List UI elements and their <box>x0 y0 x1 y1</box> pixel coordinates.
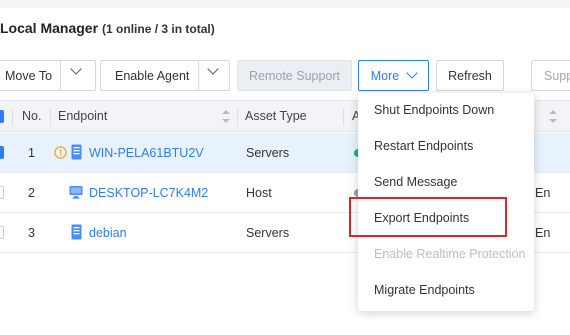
remote-support-label: Remote Support <box>248 68 341 83</box>
server-icon <box>71 144 82 160</box>
move-to-label: Move To <box>5 68 53 83</box>
more-dropdown-menu: Shut Endpoints Down Restart Endpoints Se… <box>358 93 534 311</box>
column-header-endpoint[interactable]: Endpoint <box>58 109 107 123</box>
sort-icon[interactable] <box>549 110 557 123</box>
enable-agent-button[interactable]: Enable Agent <box>100 60 230 91</box>
asset-type: Servers <box>246 226 290 240</box>
menu-item-restart-endpoints[interactable]: Restart Endpoints <box>374 139 473 153</box>
row-number: 2 <box>28 186 35 200</box>
row-number: 1 <box>28 146 35 160</box>
row-checkbox[interactable] <box>0 146 4 159</box>
menu-item-shut-endpoints-down[interactable]: Shut Endpoints Down <box>374 103 494 117</box>
more-label: More <box>370 68 400 83</box>
chevron-down-icon[interactable] <box>207 63 219 75</box>
page-title-text: Local Manager <box>0 20 99 36</box>
menu-item-migrate-endpoints[interactable]: Migrate Endpoints <box>374 283 475 297</box>
server-icon <box>71 224 82 240</box>
search-placeholder: Supp <box>544 68 570 83</box>
endpoint-link[interactable]: WIN-PELA61BTU2V <box>89 146 204 160</box>
row-checkbox[interactable] <box>0 226 4 239</box>
endpoint-link[interactable]: DESKTOP-LC7K4M2 <box>89 186 208 200</box>
monitor-icon <box>69 186 83 199</box>
more-button[interactable]: More <box>358 60 429 91</box>
endpoint-count-summary: (1 online / 3 in total) <box>102 22 215 36</box>
column-header-asset-type[interactable]: Asset Type <box>245 109 307 123</box>
endpoint-link[interactable]: debian <box>89 226 127 240</box>
menu-item-send-message[interactable]: Send Message <box>374 175 457 189</box>
warning-icon <box>54 146 67 159</box>
asset-type: Servers <box>246 146 290 160</box>
row-trailing-text: En <box>535 226 551 240</box>
page-title: Local Manager (1 online / 3 in total) <box>0 20 215 36</box>
remote-support-button[interactable]: Remote Support <box>237 60 352 91</box>
menu-item-export-endpoints[interactable]: Export Endpoints <box>374 211 469 225</box>
enable-agent-label: Enable Agent <box>115 68 190 83</box>
select-all-checkbox[interactable] <box>0 110 4 123</box>
sort-icon[interactable] <box>222 110 230 123</box>
column-header-no[interactable]: No. <box>22 109 41 123</box>
row-trailing-text: En <box>535 186 551 200</box>
top-strip <box>0 0 570 8</box>
search-input[interactable]: Supp <box>531 60 570 91</box>
row-number: 3 <box>28 226 35 240</box>
asset-type: Host <box>246 186 272 200</box>
row-checkbox[interactable] <box>0 186 4 199</box>
refresh-button[interactable]: Refresh <box>436 60 504 91</box>
menu-item-enable-realtime-protection: Enable Realtime Protection <box>374 247 526 261</box>
chevron-down-icon[interactable] <box>70 63 82 75</box>
refresh-label: Refresh <box>448 68 492 83</box>
move-to-button[interactable]: Move To <box>0 60 96 91</box>
chevron-down-icon <box>406 67 418 79</box>
